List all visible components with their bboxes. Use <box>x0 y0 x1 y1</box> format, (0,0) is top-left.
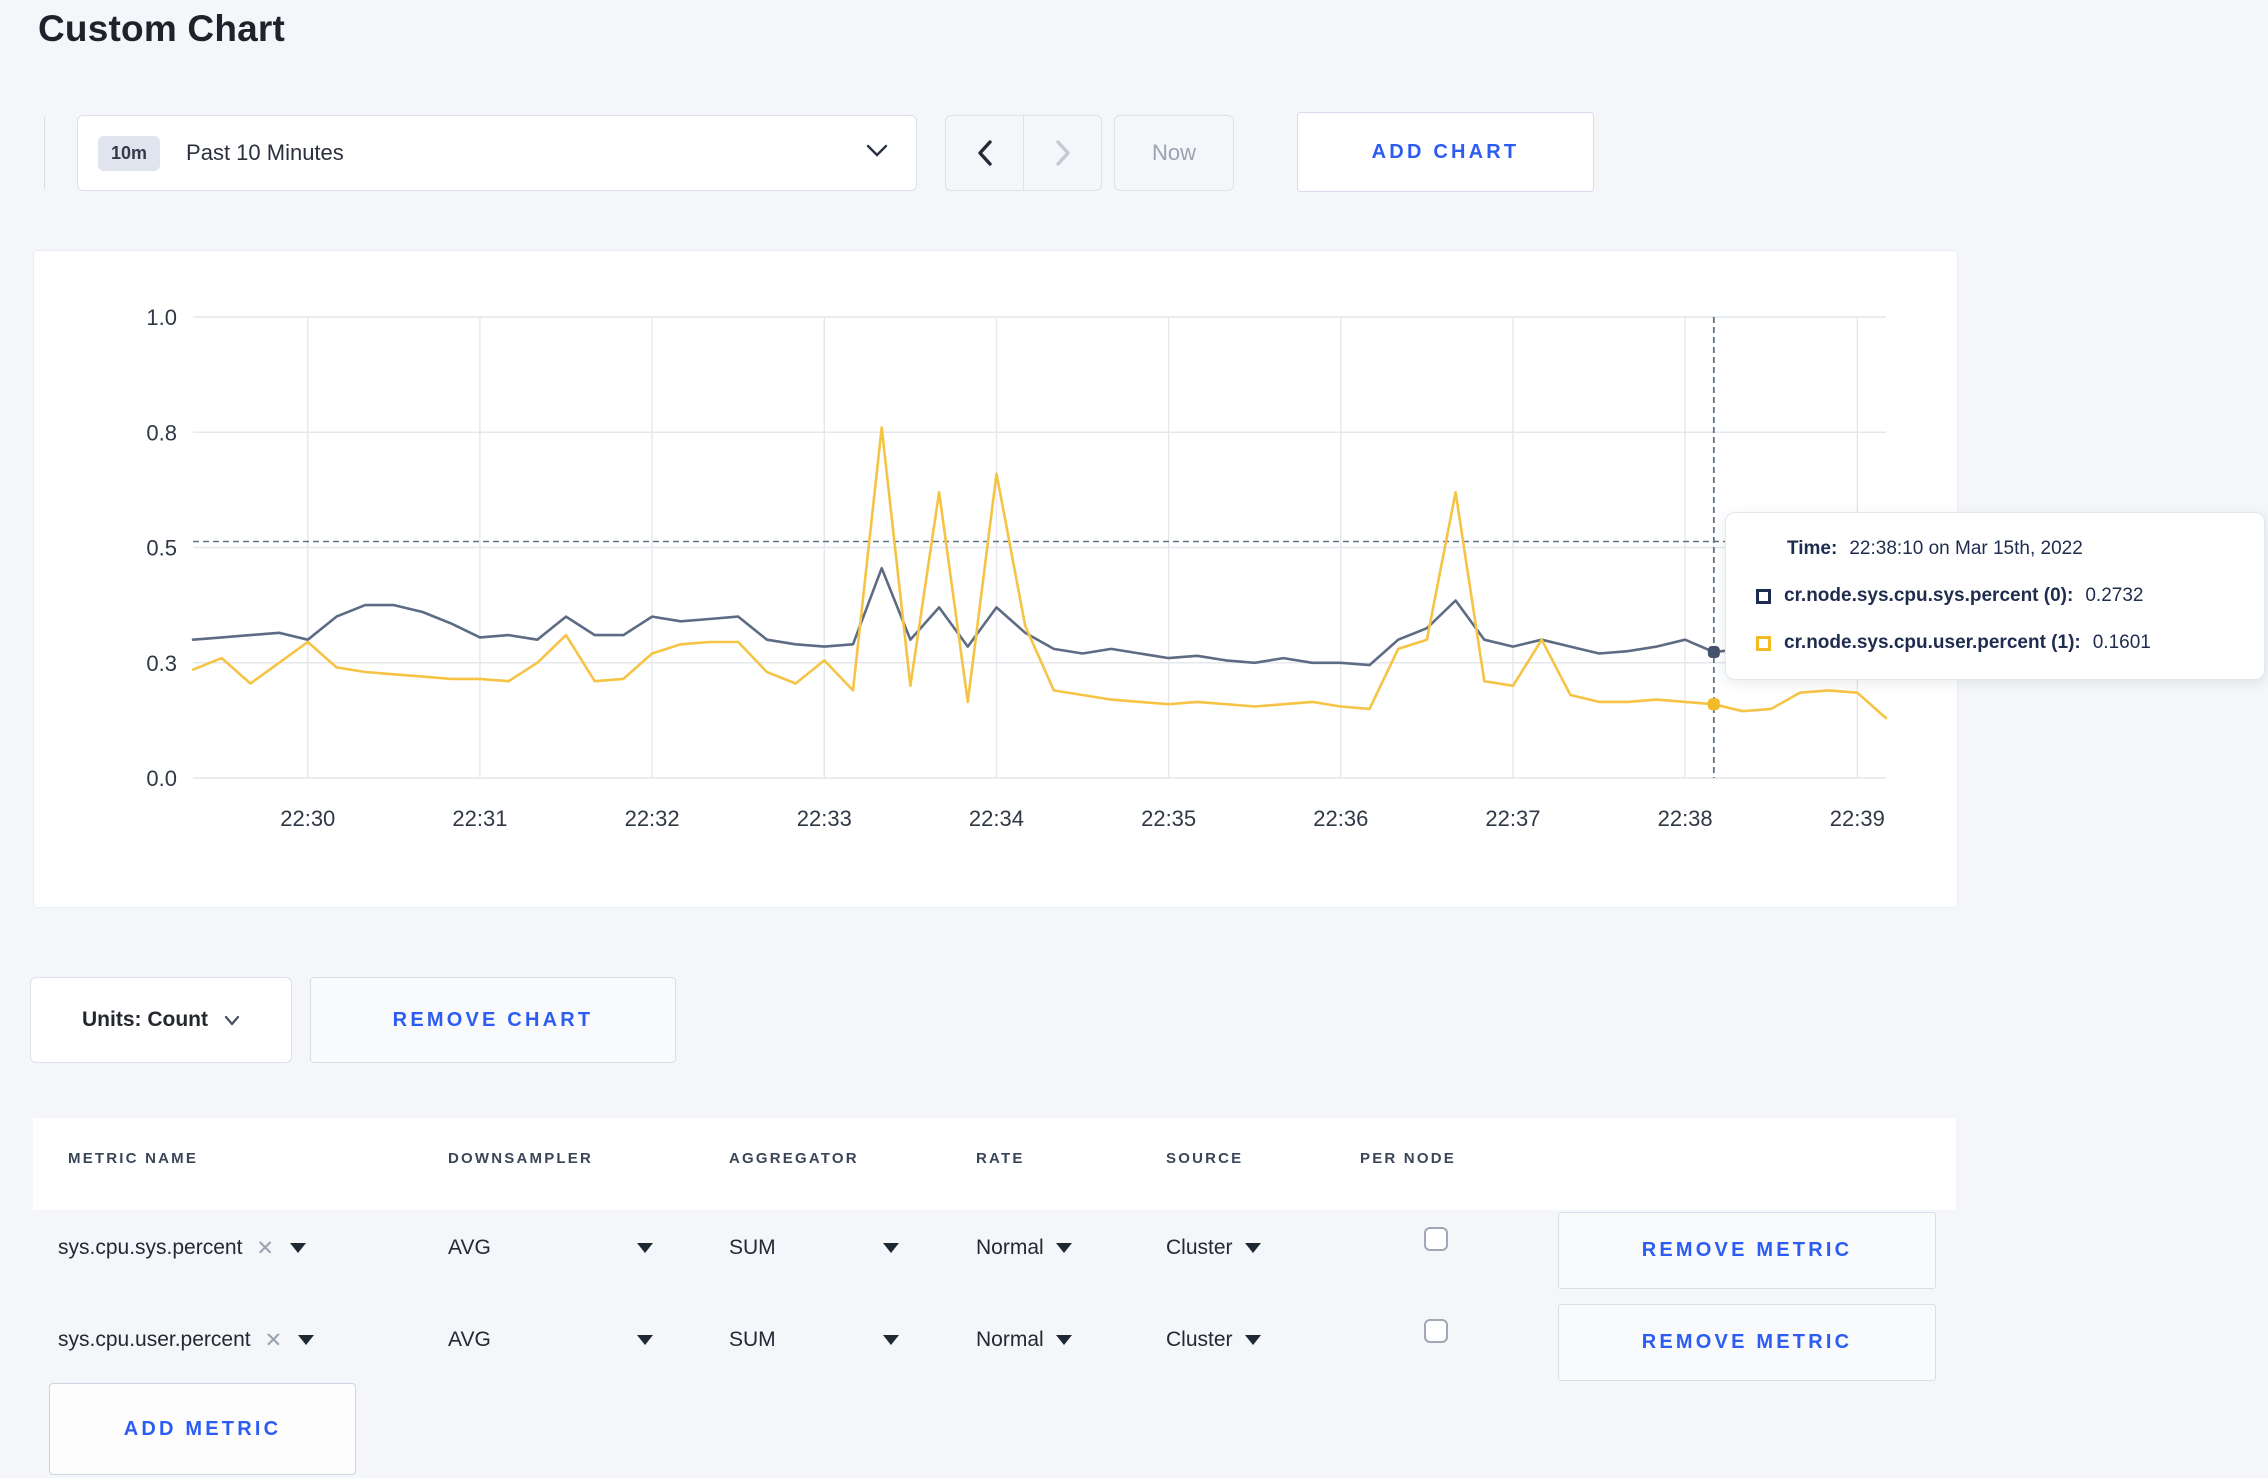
add-metric-button[interactable]: ADD METRIC <box>49 1383 356 1475</box>
remove-metric-button[interactable]: REMOVE METRIC <box>1558 1304 1936 1381</box>
chevron-right-icon <box>1055 140 1070 166</box>
caret-down-icon <box>883 1335 899 1345</box>
svg-text:22:38: 22:38 <box>1658 806 1713 831</box>
chart-card: 0.0 0.3 0.5 0.8 1.0 22:30 22:31 22:32 22:33 22:34… <box>33 250 1958 908</box>
metric-name-dropdown[interactable]: sys.cpu.sys.percent ✕ <box>58 1224 307 1272</box>
svg-text:22:30: 22:30 <box>280 806 335 831</box>
time-range-badge: 10m <box>98 135 161 171</box>
timeseries-chart[interactable]: 0.0 0.3 0.5 0.8 1.0 22:30 22:31 22:32 22:33 22:34… <box>34 251 1957 907</box>
source-dropdown[interactable]: Cluster <box>1166 1224 1261 1272</box>
caret-down-icon <box>1055 1335 1072 1345</box>
aggregator-dropdown[interactable]: SUM <box>729 1224 899 1272</box>
per-node-checkbox[interactable] <box>1424 1227 1448 1251</box>
svg-text:22:31: 22:31 <box>452 806 507 831</box>
caret-down-icon <box>637 1335 653 1345</box>
chevron-down-icon <box>224 1015 240 1026</box>
header-rate: RATE <box>976 1150 1025 1167</box>
rate-dropdown[interactable]: Normal <box>976 1224 1072 1272</box>
per-node-checkbox[interactable] <box>1424 1319 1448 1343</box>
caret-down-icon <box>1244 1335 1261 1345</box>
tooltip-series-label: cr.node.sys.cpu.sys.percent (0): <box>1784 585 2074 606</box>
svg-text:22:36: 22:36 <box>1313 806 1368 831</box>
downsampler-dropdown[interactable]: AVG <box>448 1224 653 1272</box>
aggregator-value: SUM <box>729 1236 776 1259</box>
time-range-label: Past 10 Minutes <box>186 140 344 165</box>
caret-down-icon <box>637 1243 653 1253</box>
header-metric-name: METRIC NAME <box>68 1150 199 1167</box>
chevron-down-icon <box>866 144 888 163</box>
caret-down-icon[interactable] <box>290 1243 307 1253</box>
svg-text:22:34: 22:34 <box>969 806 1024 831</box>
clear-metric-icon[interactable]: ✕ <box>265 1328 283 1353</box>
caret-down-icon[interactable] <box>298 1335 315 1345</box>
metric-name-dropdown[interactable]: sys.cpu.user.percent ✕ <box>58 1316 315 1364</box>
now-button[interactable]: Now <box>1114 115 1234 191</box>
header-downsampler: DOWNSAMPLER <box>448 1150 594 1167</box>
rate-dropdown[interactable]: Normal <box>976 1316 1072 1364</box>
tooltip-time-row: Time: 22:38:10 on Mar 15th, 2022 <box>1756 538 2234 560</box>
svg-text:0.5: 0.5 <box>146 536 177 561</box>
time-nav-group <box>945 115 1102 191</box>
chart-tooltip: Time: 22:38:10 on Mar 15th, 2022 cr.node… <box>1725 512 2265 680</box>
tooltip-series-value: 0.2732 <box>2085 585 2144 606</box>
caret-down-icon <box>883 1243 899 1253</box>
svg-text:22:33: 22:33 <box>797 806 852 831</box>
metric-name-value: sys.cpu.user.percent <box>58 1328 251 1351</box>
user-series-swatch-icon <box>1756 635 1771 651</box>
units-label: Units: Count <box>82 1008 208 1031</box>
remove-chart-button[interactable]: REMOVE CHART <box>310 977 676 1063</box>
tooltip-series-value: 0.1601 <box>2092 632 2151 653</box>
header-aggregator: AGGREGATOR <box>729 1150 859 1167</box>
prev-time-button[interactable] <box>946 116 1023 190</box>
svg-text:0.3: 0.3 <box>146 651 177 676</box>
header-source: SOURCE <box>1166 1150 1244 1167</box>
source-value: Cluster <box>1166 1236 1233 1259</box>
custom-chart-page: Custom Chart 10m Past 10 Minutes Now ADD… <box>0 0 2268 1478</box>
tooltip-series-label: cr.node.sys.cpu.user.percent (1): <box>1784 632 2081 653</box>
svg-text:0.0: 0.0 <box>146 766 177 791</box>
svg-text:22:37: 22:37 <box>1485 806 1540 831</box>
downsampler-value: AVG <box>448 1328 491 1351</box>
header-per-node: PER NODE <box>1360 1150 1456 1167</box>
svg-text:22:32: 22:32 <box>625 806 680 831</box>
svg-text:1.0: 1.0 <box>146 305 177 330</box>
remove-metric-button[interactable]: REMOVE METRIC <box>1558 1212 1936 1289</box>
chevron-left-icon <box>977 140 992 166</box>
tooltip-series-row: cr.node.sys.cpu.user.percent (1): 0.1601 <box>1756 632 2234 654</box>
sys-series-swatch-icon <box>1756 588 1771 604</box>
downsampler-value: AVG <box>448 1236 491 1259</box>
next-time-button[interactable] <box>1023 116 1101 190</box>
svg-text:22:35: 22:35 <box>1141 806 1196 831</box>
tooltip-series-row: cr.node.sys.cpu.sys.percent (0): 0.2732 <box>1756 585 2234 607</box>
svg-text:0.8: 0.8 <box>146 420 177 445</box>
rate-value: Normal <box>976 1236 1044 1259</box>
clear-metric-icon[interactable]: ✕ <box>256 1236 274 1261</box>
aggregator-dropdown[interactable]: SUM <box>729 1316 899 1364</box>
rate-value: Normal <box>976 1328 1044 1351</box>
time-range-selector[interactable]: 10m Past 10 Minutes <box>77 115 917 191</box>
aggregator-value: SUM <box>729 1328 776 1351</box>
add-chart-button[interactable]: ADD CHART <box>1297 112 1594 192</box>
tooltip-time-label: Time: <box>1787 538 1838 559</box>
caret-down-icon <box>1244 1243 1261 1253</box>
downsampler-dropdown[interactable]: AVG <box>448 1316 653 1364</box>
caret-down-icon <box>1055 1243 1072 1253</box>
units-selector[interactable]: Units: Count <box>30 977 292 1063</box>
source-dropdown[interactable]: Cluster <box>1166 1316 1261 1364</box>
tooltip-time-value: 22:38:10 on Mar 15th, 2022 <box>1849 538 2083 559</box>
svg-text:22:39: 22:39 <box>1830 806 1885 831</box>
source-value: Cluster <box>1166 1328 1233 1351</box>
page-title: Custom Chart <box>38 8 286 49</box>
metric-name-value: sys.cpu.sys.percent <box>58 1236 243 1259</box>
controls-divider <box>44 117 45 189</box>
